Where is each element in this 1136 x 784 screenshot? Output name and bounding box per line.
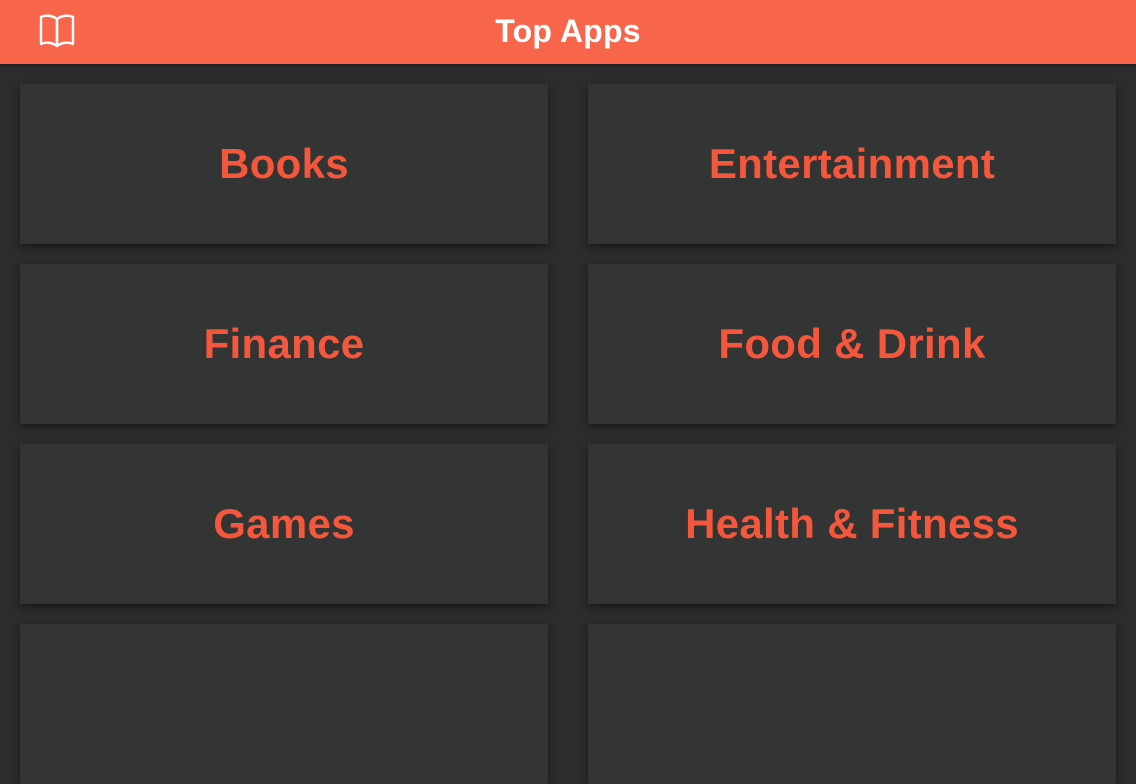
category-tile-books[interactable]: Books	[20, 84, 548, 244]
category-label: Games	[213, 500, 355, 547]
category-tile-partial-left[interactable]	[20, 624, 548, 784]
category-label: Health & Fitness	[685, 500, 1019, 547]
category-tile-games[interactable]: Games	[20, 444, 548, 604]
page-title: Top Apps	[495, 13, 641, 49]
category-label: Books	[219, 140, 349, 187]
navigation-bar: Top Apps	[0, 0, 1136, 64]
category-label: Entertainment	[708, 140, 996, 187]
category-label: Food & Drink	[718, 320, 986, 367]
category-label: Finance	[203, 320, 365, 367]
category-tile-partial-right[interactable]	[588, 624, 1116, 784]
category-tile-entertainment[interactable]: Entertainment	[588, 84, 1116, 244]
category-tile-health-fitness[interactable]: Health & Fitness	[588, 444, 1116, 604]
category-grid: Books Entertainment Finance Food & Drink…	[20, 84, 1116, 784]
category-tile-food-drink[interactable]: Food & Drink	[588, 264, 1116, 424]
category-tile-finance[interactable]: Finance	[20, 264, 548, 424]
